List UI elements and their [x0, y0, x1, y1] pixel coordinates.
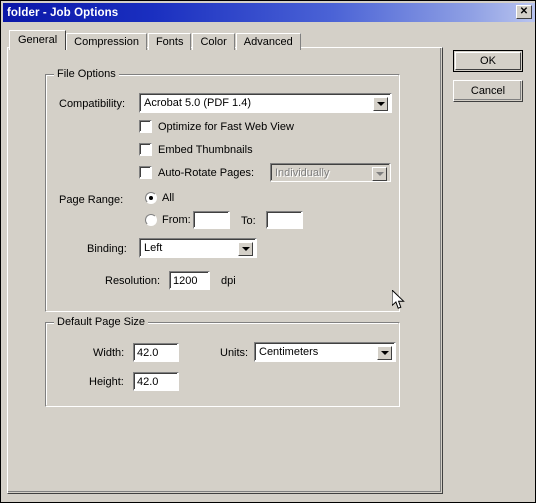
group-inner-edge: [46, 323, 398, 405]
compatibility-label: Compatibility:: [59, 98, 126, 110]
field-inner-edge: [194, 212, 228, 227]
tab-compression[interactable]: Compression: [66, 33, 147, 50]
chevron-down-icon[interactable]: [238, 242, 253, 256]
page-range-label: Page Range:: [59, 194, 124, 206]
height-label: Height:: [89, 376, 124, 388]
page-range-from-radio[interactable]: From:: [145, 214, 191, 226]
window-title: folder - Job Options: [7, 6, 119, 19]
width-value: 42.0: [137, 346, 159, 359]
resolution-input[interactable]: 1200: [169, 271, 210, 290]
tab-color-label: Color: [200, 36, 227, 48]
chevron-down-icon[interactable]: [372, 167, 387, 181]
chevron-down-icon[interactable]: [373, 97, 388, 111]
optimize-fast-web-view-label: Optimize for Fast Web View: [158, 120, 294, 133]
checkbox-icon: [139, 120, 152, 133]
optimize-fast-web-view-checkbox[interactable]: Optimize for Fast Web View: [139, 120, 294, 133]
tab-advanced-label: Advanced: [243, 36, 293, 48]
binding-label: Binding:: [87, 243, 127, 255]
tab-panel-general: File Options Compatibility: Acrobat 5.0 …: [7, 47, 443, 494]
tab-general[interactable]: General: [9, 30, 67, 50]
page-range-from-input[interactable]: [193, 211, 230, 229]
cancel-button-label: Cancel: [470, 85, 506, 97]
tab-color[interactable]: Color: [192, 33, 235, 50]
radio-icon: [145, 192, 157, 204]
height-value: 42.0: [137, 375, 159, 388]
height-input[interactable]: 42.0: [133, 372, 179, 391]
default-page-size-group: Default Page Size: [45, 316, 400, 407]
compatibility-combobox[interactable]: Acrobat 5.0 (PDF 1.4): [139, 93, 392, 113]
tab-general-label: General: [18, 34, 58, 46]
file-options-group-label: File Options: [54, 68, 119, 80]
ok-button-label: OK: [480, 55, 496, 67]
embed-thumbnails-label: Embed Thumbnails: [158, 143, 253, 156]
auto-rotate-mode-value: Individually: [275, 166, 330, 179]
resolution-value: 1200: [173, 274, 198, 287]
tab-compression-label: Compression: [74, 36, 139, 48]
width-input[interactable]: 42.0: [133, 343, 179, 362]
checkbox-icon: [139, 166, 152, 179]
embed-thumbnails-checkbox[interactable]: Embed Thumbnails: [139, 143, 253, 156]
tab-fonts[interactable]: Fonts: [147, 33, 192, 50]
default-page-size-group-label: Default Page Size: [54, 316, 149, 328]
page-range-all-radio[interactable]: All: [145, 192, 174, 204]
page-range-to-label: To:: [241, 215, 256, 227]
units-value: Centimeters: [259, 346, 319, 358]
resolution-units-label: dpi: [221, 275, 236, 287]
radio-icon: [145, 214, 157, 226]
tab-fonts-label: Fonts: [155, 36, 184, 48]
chevron-down-icon[interactable]: [377, 346, 392, 360]
binding-combobox[interactable]: Left: [139, 238, 257, 258]
page-range-all-label: All: [162, 192, 175, 204]
auto-rotate-mode-combobox[interactable]: Individually: [270, 163, 391, 182]
width-label: Width:: [93, 347, 125, 359]
auto-rotate-pages-label: Auto-Rotate Pages:: [158, 166, 255, 179]
tab-advanced[interactable]: Advanced: [235, 33, 301, 50]
close-icon[interactable]: ✕: [516, 5, 532, 19]
tab-strip: General Compression Fonts Color Advanced: [9, 30, 302, 50]
checkbox-icon: [139, 143, 152, 156]
cancel-button[interactable]: Cancel: [453, 80, 523, 102]
resolution-label: Resolution:: [105, 275, 161, 287]
ok-button[interactable]: OK: [453, 50, 523, 72]
title-bar[interactable]: folder - Job Options ✕: [3, 3, 535, 22]
binding-value: Left: [144, 242, 163, 254]
compatibility-value: Acrobat 5.0 (PDF 1.4): [144, 97, 251, 109]
close-glyph: ✕: [519, 6, 529, 17]
auto-rotate-pages-checkbox[interactable]: Auto-Rotate Pages:: [139, 166, 254, 179]
units-label: Units:: [220, 347, 249, 359]
page-range-to-input[interactable]: [266, 211, 303, 229]
job-options-dialog: folder - Job Options ✕ General Compressi…: [0, 0, 536, 503]
page-range-from-label: From:: [162, 214, 191, 226]
units-combobox[interactable]: Centimeters: [254, 342, 396, 362]
field-inner-edge: [267, 212, 301, 227]
